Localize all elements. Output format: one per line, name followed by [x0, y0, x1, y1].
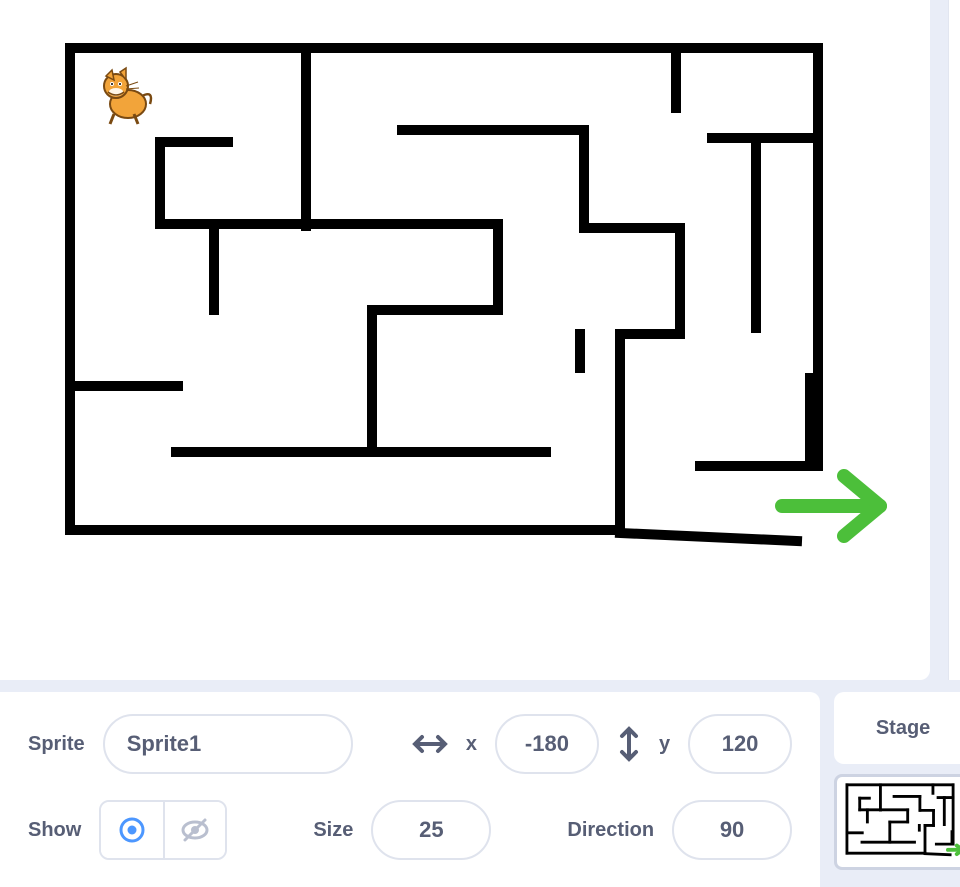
y-value: 120 [722, 731, 759, 757]
hide-icon [179, 814, 211, 846]
show-icon [117, 815, 147, 845]
direction-value: 90 [720, 817, 744, 843]
stage-thumbnail-image [837, 777, 960, 867]
sprite-cat[interactable] [104, 68, 151, 124]
size-input[interactable]: 25 [371, 800, 491, 860]
arrows-vertical-icon [617, 726, 641, 762]
show-button[interactable] [101, 802, 163, 858]
y-input[interactable]: 120 [688, 714, 792, 774]
stage-title: Stage [876, 717, 930, 740]
sprite-label: Sprite [28, 733, 85, 756]
x-label: x [466, 733, 477, 756]
hide-button[interactable] [163, 802, 225, 858]
x-input[interactable]: -180 [495, 714, 599, 774]
arrows-horizontal-icon [412, 732, 448, 756]
stage-panel: Stage [834, 692, 960, 887]
maze-walls [70, 48, 818, 541]
direction-input[interactable]: 90 [672, 800, 792, 860]
show-label: Show [28, 819, 81, 842]
stage-header[interactable]: Stage [834, 692, 960, 764]
direction-label: Direction [567, 819, 654, 842]
stage-canvas [0, 0, 930, 680]
stage-viewport[interactable] [0, 0, 930, 680]
y-label: y [659, 733, 670, 756]
sprite-name-input[interactable]: Sprite1 [103, 714, 353, 774]
stage-thumbnail[interactable] [834, 774, 960, 870]
size-label: Size [313, 819, 353, 842]
visibility-toggle [99, 800, 227, 860]
sprite-name-value: Sprite1 [127, 731, 202, 757]
sprite-info-panel: Sprite Sprite1 x -180 y 120 [0, 692, 820, 887]
x-value: -180 [525, 731, 569, 757]
size-value: 25 [419, 817, 443, 843]
exit-arrow-icon [782, 476, 880, 536]
